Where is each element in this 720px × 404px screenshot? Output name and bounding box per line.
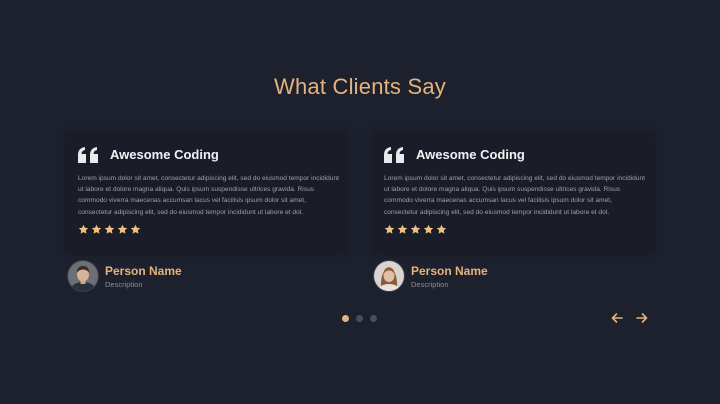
- arrow-right-icon[interactable]: [635, 311, 649, 325]
- star-icon: [423, 224, 434, 234]
- pagination-dots: [342, 315, 377, 322]
- testimonial-text: Lorem ipsum dolor sit amet, consectetur …: [78, 175, 339, 216]
- pagination-dot-1[interactable]: [342, 315, 349, 322]
- avatar: [67, 260, 99, 292]
- star-icon: [117, 224, 128, 234]
- avatar-male-image: [68, 261, 98, 291]
- star-icon: [104, 224, 115, 234]
- avatar: [373, 260, 405, 292]
- star-icon: [397, 224, 408, 234]
- testimonial-text: Lorem ipsum dolor sit amet, consectetur …: [384, 175, 645, 216]
- star-icon: [78, 224, 89, 234]
- star-icon: [410, 224, 421, 234]
- person-description: Description: [411, 280, 449, 289]
- rating-stars: [78, 224, 141, 235]
- testimonial-card: Awesome Coding Lorem ipsum dolor sit ame…: [373, 132, 653, 250]
- person-name: Person Name: [105, 264, 182, 278]
- card-title: Awesome Coding: [416, 147, 525, 162]
- arrow-left-icon[interactable]: [610, 311, 624, 325]
- card-title: Awesome Coding: [110, 147, 219, 162]
- star-icon: [384, 224, 395, 234]
- pagination-dot-3[interactable]: [370, 315, 377, 322]
- person-name: Person Name: [411, 264, 488, 278]
- person-description: Description: [105, 280, 143, 289]
- quote-icon: [384, 147, 404, 163]
- testimonial-card: Awesome Coding Lorem ipsum dolor sit ame…: [67, 132, 347, 250]
- rating-stars: [384, 224, 447, 235]
- star-icon: [436, 224, 447, 234]
- star-icon: [91, 224, 102, 234]
- avatar-female-image: [374, 261, 404, 291]
- star-icon: [130, 224, 141, 234]
- section-title: What Clients Say: [274, 74, 446, 99]
- pagination-dot-2[interactable]: [356, 315, 363, 322]
- quote-icon: [78, 147, 98, 163]
